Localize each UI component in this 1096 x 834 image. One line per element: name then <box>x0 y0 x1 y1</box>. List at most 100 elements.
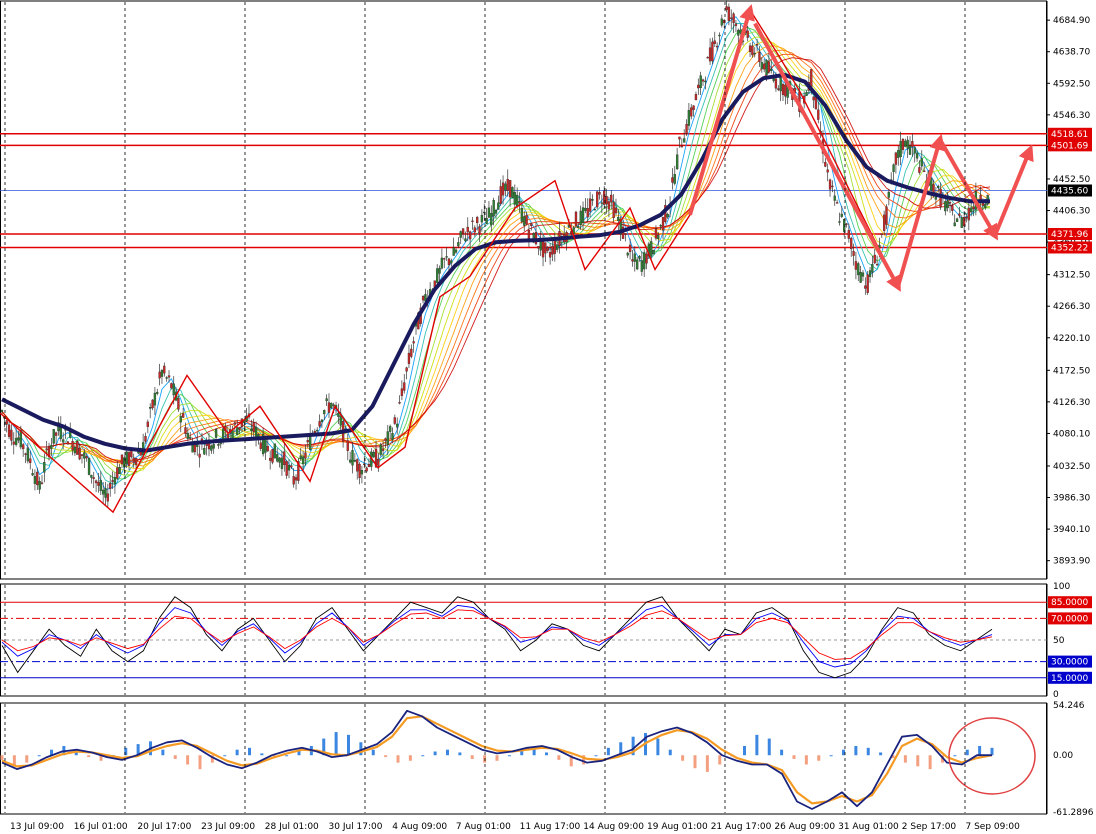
y-tick-label: 4080.10 <box>1053 429 1090 439</box>
y-tick-label: 4172.50 <box>1053 366 1090 376</box>
x-tick-label: 14 Aug 09:00 <box>583 822 644 832</box>
candle-body <box>706 56 709 59</box>
histogram-bar <box>495 755 499 761</box>
candle-body <box>104 488 107 498</box>
price-tag-label: 4435.60 <box>1051 187 1088 197</box>
candle-body <box>866 274 869 293</box>
candle-body <box>504 183 507 191</box>
y-tick-label: 4032.50 <box>1053 462 1090 472</box>
candle-body <box>177 398 180 410</box>
x-tick-label: 16 Jul 01:00 <box>74 822 128 832</box>
histogram-bar <box>507 755 511 757</box>
candle-body <box>520 208 524 222</box>
candle-body <box>864 285 867 289</box>
histogram-bar <box>755 734 759 756</box>
candle-body <box>965 216 968 219</box>
y-tick-label: 4220.10 <box>1053 334 1090 344</box>
candle-body <box>17 437 20 441</box>
candle-body <box>372 451 375 457</box>
candle-body <box>186 432 189 439</box>
histogram-bar <box>804 755 808 765</box>
candle-body <box>447 258 451 266</box>
candle-body <box>471 220 474 223</box>
candle-body <box>478 226 481 234</box>
candle-body <box>617 216 620 222</box>
candle-body <box>464 238 467 242</box>
candle-body <box>640 260 643 272</box>
candle-body <box>972 206 975 210</box>
candle-body <box>523 216 526 226</box>
candle-body <box>323 410 326 415</box>
candle-body <box>970 207 973 213</box>
candle-body <box>120 454 124 465</box>
candle-body <box>38 481 41 490</box>
price-tag-label: 4352.22 <box>1051 243 1088 253</box>
candle-body <box>541 239 545 258</box>
trading-chart[interactable]: 4684.904638.704592.504546.304500.104452.… <box>0 0 1096 834</box>
candle-body <box>360 470 364 475</box>
candle-body <box>280 457 284 469</box>
candle-body <box>675 154 679 170</box>
candle-body <box>5 420 8 425</box>
candle-body <box>14 437 18 445</box>
x-tick-label: 23 Jul 09:00 <box>201 822 255 832</box>
candle-body <box>356 459 359 472</box>
candle-body <box>139 451 142 456</box>
candle-body <box>156 391 159 394</box>
candle-body <box>777 88 780 90</box>
candle-body <box>221 428 225 440</box>
histogram-bar <box>37 755 41 757</box>
candle-body <box>151 399 154 409</box>
candle-body <box>725 6 728 10</box>
histogram-bar <box>285 755 289 757</box>
x-tick-label: 11 Aug 17:00 <box>520 822 581 832</box>
candle-body <box>452 247 455 256</box>
x-tick-label: 30 Jul 17:00 <box>329 822 383 832</box>
histogram-bar <box>606 747 610 756</box>
histogram-bar <box>248 747 251 756</box>
candle-body <box>598 192 601 195</box>
candle-body <box>838 221 841 223</box>
candle-body <box>301 456 305 465</box>
candle-body <box>353 459 357 462</box>
candle-body <box>915 152 919 159</box>
candle-body <box>62 439 65 443</box>
histogram-bar <box>161 749 165 756</box>
histogram-bar <box>25 755 29 763</box>
candle-body <box>396 423 399 428</box>
candle-body <box>238 426 241 430</box>
candle-body <box>90 474 93 478</box>
candle-body <box>149 407 152 409</box>
level-tag-label: 85.0000 <box>1051 598 1088 608</box>
candle-body <box>880 233 883 236</box>
candle-body <box>871 263 874 273</box>
candle-body <box>294 477 298 481</box>
candle-body <box>596 191 599 208</box>
candle-body <box>24 453 27 455</box>
candle-body <box>29 458 32 463</box>
candle-body <box>911 141 914 147</box>
candle-body <box>666 213 669 218</box>
y-tick-label: 4684.90 <box>1053 16 1090 26</box>
level-tag-label: 15.0000 <box>1051 674 1088 684</box>
candle-body <box>19 430 22 448</box>
candle-body <box>163 365 166 374</box>
candle-body <box>671 177 674 183</box>
histogram-bar <box>359 742 363 756</box>
candle-body <box>946 200 949 209</box>
candle-body <box>12 441 15 445</box>
candle-body <box>306 440 309 443</box>
candle-body <box>111 480 114 482</box>
candle-body <box>922 170 926 172</box>
candle-body <box>694 94 698 101</box>
histogram-bar <box>594 755 598 757</box>
candle-body <box>78 447 81 460</box>
candle-body <box>591 199 594 201</box>
histogram-bar <box>186 755 190 765</box>
histogram-bar <box>557 755 561 760</box>
histogram-bar <box>965 749 969 756</box>
candle-body <box>612 201 615 219</box>
candle-body <box>160 370 164 377</box>
histogram-bar <box>718 755 722 765</box>
candle-body <box>920 158 923 167</box>
